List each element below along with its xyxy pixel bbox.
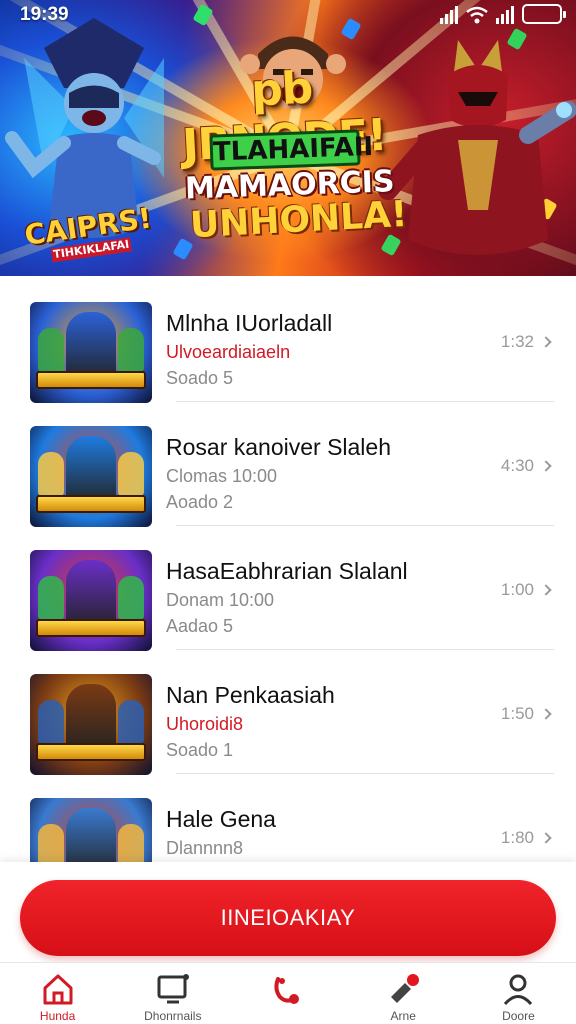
tv-icon: [157, 974, 189, 1004]
game-meta: Soado 5: [166, 368, 234, 388]
battery-icon: [522, 4, 566, 24]
game-meta: Aoado 2: [166, 492, 234, 512]
game-row[interactable]: HasaEabhrarian Slalanl Donam 10:00 Aadao…: [0, 526, 576, 651]
game-thumbnail[interactable]: [30, 302, 152, 403]
signal-icon: [440, 6, 458, 24]
game-duration: 1:50: [500, 704, 552, 724]
game-thumbnail[interactable]: [30, 674, 152, 775]
signal-icon-2: [496, 6, 514, 24]
game-row[interactable]: Hale Gena Dlannnn8 1:80: [0, 774, 576, 862]
chevron-right-icon: [540, 584, 552, 596]
game-title: Rosar kanoiver Slaleh: [166, 434, 392, 460]
game-meta: Soado 1: [166, 740, 234, 760]
game-row[interactable]: Rosar kanoiver Slaleh Clomas 10:00 Aoado…: [0, 402, 576, 527]
tag-icon: [391, 974, 420, 1003]
game-row[interactable]: Nan Penkaasiah Uhoroidi8 Soado 1 1:50: [0, 650, 576, 775]
thumbnail-logo: [36, 371, 146, 389]
nav-item-games[interactable]: [230, 963, 345, 1024]
wifi-icon: [466, 6, 488, 24]
game-row[interactable]: Mlnha IUorladall Ulvoeardiaiaeln Soado 5…: [0, 278, 576, 403]
home-icon: [43, 974, 73, 1005]
game-title: Mlnha IUorladall: [166, 310, 333, 336]
game-thumbnail[interactable]: [30, 798, 152, 862]
nav-label-channels: Dhonrnails: [144, 1009, 202, 1023]
thumbnail-logo: [36, 619, 146, 637]
chevron-right-icon: [540, 708, 552, 720]
cta-bar: IINEIOAKIAY: [0, 862, 576, 962]
chevron-right-icon: [540, 460, 552, 472]
thumbnail-logo: [36, 743, 146, 761]
game-meta: Aadao 5: [166, 616, 234, 636]
controller-icon: [274, 977, 299, 1004]
game-title: Hale Gena: [166, 806, 276, 832]
nav-label-tags: Arne: [390, 1009, 416, 1023]
game-title: HasaEabhrarian Slalanl: [166, 558, 408, 584]
game-duration-value: 4:30: [500, 456, 534, 475]
game-subtitle: Uhoroidi8: [166, 714, 244, 734]
game-list[interactable]: Mlnha IUorladall Ulvoeardiaiaeln Soado 5…: [0, 278, 576, 862]
hero-character-right: [378, 40, 576, 255]
game-duration: 1:80: [500, 828, 552, 848]
game-duration-value: 1:32: [500, 332, 534, 351]
nav-item-profile[interactable]: Doore: [461, 963, 576, 1024]
profile-icon: [504, 974, 533, 1006]
game-subtitle: Clomas 10:00: [166, 466, 278, 486]
game-title: Nan Penkaasiah: [166, 682, 335, 708]
game-duration: 1:32: [500, 332, 552, 352]
status-time: 19:39: [20, 4, 69, 25]
game-duration-value: 1:00: [500, 580, 534, 599]
nav-label-profile: Doore: [502, 1009, 535, 1023]
game-thumbnail[interactable]: [30, 426, 152, 527]
game-duration-value: 1:80: [500, 828, 534, 847]
bottom-nav: Hunda Dhonrnails Arne Doore: [0, 962, 576, 1024]
game-subtitle: Donam 10:00: [166, 590, 275, 610]
nav-item-tags[interactable]: Arne: [346, 963, 461, 1024]
chevron-right-icon: [540, 336, 552, 348]
nav-item-home[interactable]: Hunda: [0, 963, 115, 1024]
thumbnail-logo: [36, 495, 146, 513]
nav-item-channels[interactable]: Dhonrnails: [115, 963, 230, 1024]
hero-banner[interactable]: pb JRNODE! TLAHAIFAII MAMAORCIS UNHONLA!…: [0, 0, 576, 276]
game-subtitle: Dlannnn8: [166, 838, 244, 858]
nav-label-home: Hunda: [39, 1009, 76, 1023]
game-duration-value: 1:50: [500, 704, 534, 723]
chevron-right-icon: [540, 832, 552, 844]
game-subtitle: Ulvoeardiaiaeln: [166, 342, 291, 362]
hero-title-tag: TLAHAIFAII: [209, 129, 374, 171]
primary-cta-button[interactable]: IINEIOAKIAY: [20, 880, 556, 956]
game-duration: 4:30: [500, 456, 552, 476]
status-bar: 19:39: [0, 0, 576, 30]
game-duration: 1:00: [500, 580, 552, 600]
game-thumbnail[interactable]: [30, 550, 152, 651]
